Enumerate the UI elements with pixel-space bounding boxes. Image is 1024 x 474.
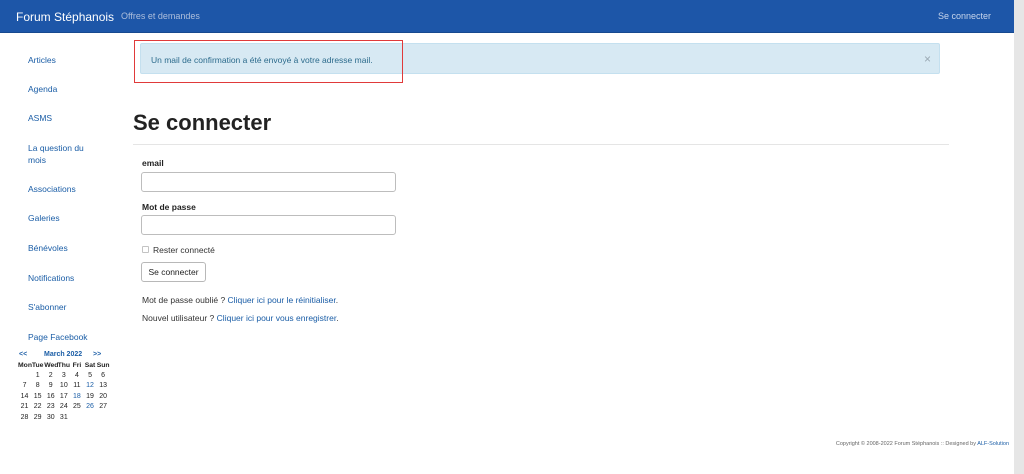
calendar-empty-cell: [18, 371, 31, 381]
reset-password-link[interactable]: Cliquer ici pour le réinitialiser: [228, 295, 336, 305]
calendar-day: 8: [35, 382, 40, 390]
calendar-day: 1: [35, 372, 40, 379]
calendar-weekday: Tue: [31, 362, 44, 369]
sidebar-item-asms[interactable]: ASMS: [28, 112, 110, 124]
footer-text: Copyright © 2008-2022 Forum Stéphanois :…: [835, 441, 976, 447]
calendar-day: 19: [86, 392, 94, 400]
calendar-day: 25: [73, 403, 81, 411]
calendar-day: 28: [20, 413, 29, 421]
sidebar-item-question-du-mois[interactable]: La question du mois: [28, 142, 88, 166]
highlight-box: [134, 40, 403, 83]
sidebar-item-galeries[interactable]: Galeries: [28, 212, 110, 224]
brand-link[interactable]: Forum Stéphanois: [16, 10, 114, 24]
calendar-weekday: Thu: [57, 362, 71, 369]
forgot-prefix: Mot de passe oublié ?: [142, 295, 226, 305]
forgot-password-line: Mot de passe oublié ? Cliquer ici pour l…: [142, 295, 338, 305]
close-icon[interactable]: ×: [924, 52, 931, 66]
title-divider: [133, 144, 949, 145]
sidebar-item-agenda[interactable]: Agenda: [28, 83, 110, 95]
calendar-day: 15: [33, 392, 42, 400]
nav-offres-link[interactable]: Offres et demandes: [121, 11, 200, 21]
nav-login-link[interactable]: Se connecter: [938, 11, 991, 21]
calendar-weekday: Wed: [44, 362, 59, 369]
password-field[interactable]: [141, 215, 396, 235]
sidebar-item-associations[interactable]: Associations: [28, 183, 110, 195]
calendar-header: << March 2022 >>: [18, 351, 110, 361]
remember-checkbox[interactable]: [142, 246, 149, 253]
calendar-empty-cell: [70, 413, 83, 423]
calendar-weekday: Fri: [72, 362, 82, 369]
calendar-day: 17: [59, 392, 68, 400]
calendar-day[interactable]: 26: [83, 402, 96, 412]
calendar-day: 4: [74, 372, 79, 379]
calendar-grid: Mon Tue Wed Thu Fri Sat Sun 1 2 3 4 5 6 7 8 9 10 11 12 13 14…: [18, 361, 110, 423]
calendar-day: 10: [59, 382, 68, 390]
email-label: email: [142, 158, 164, 168]
calendar-day[interactable]: 12: [83, 381, 96, 391]
calendar-weekday: Mon: [18, 362, 32, 369]
sidebar-item-sabonner[interactable]: S'abonner: [28, 301, 110, 313]
calendar-day: 3: [61, 372, 66, 379]
remember-label[interactable]: Rester connecté: [153, 245, 215, 255]
footer-designer-link[interactable]: ALF-Solution: [977, 441, 1009, 447]
calendar-day: 30: [46, 413, 55, 421]
calendar-day: 9: [48, 382, 53, 390]
new-user-prefix: Nouvel utilisateur ?: [142, 313, 215, 323]
calendar-weekday: Sun: [96, 362, 110, 369]
sidebar-item-benevoles[interactable]: Bénévoles: [28, 242, 110, 254]
calendar-day: 2: [48, 372, 53, 379]
new-user-suffix: .: [336, 313, 339, 323]
calendar-day: 27: [99, 403, 107, 411]
calendar-day: 29: [33, 413, 42, 421]
footer: Copyright © 2008-2022 Forum Stéphanois :…: [836, 441, 1009, 447]
calendar-empty-cell: [97, 413, 110, 423]
calendar-day: 20: [99, 392, 107, 400]
calendar-day: 31: [59, 413, 68, 421]
calendar-day: 11: [73, 382, 81, 390]
sidebar-item-articles[interactable]: Articles: [28, 54, 110, 66]
top-navbar: Forum Stéphanois Offres et demandes Se c…: [0, 0, 1014, 33]
calendar-day: 21: [20, 403, 29, 411]
calendar-weekday: Sat: [84, 362, 96, 369]
password-label: Mot de passe: [142, 202, 196, 212]
forgot-suffix: .: [335, 295, 339, 305]
calendar-day: 7: [22, 382, 27, 390]
sidebar-item-notifications[interactable]: Notifications: [28, 272, 110, 284]
calendar-day: 16: [46, 392, 55, 400]
calendar-day: 24: [59, 403, 68, 411]
calendar-day: 6: [101, 372, 106, 379]
email-field[interactable]: [141, 172, 396, 192]
calendar-day: 22: [33, 403, 42, 411]
page-title: Se connecter: [133, 110, 272, 135]
calendar-empty-cell: [83, 413, 96, 423]
calendar-month-title[interactable]: March 2022: [44, 351, 82, 358]
calendar-day[interactable]: 18: [70, 392, 83, 402]
calendar-next-link[interactable]: >>: [93, 351, 101, 358]
calendar-day: 13: [99, 382, 107, 390]
scrollbar-track[interactable]: [1014, 0, 1024, 474]
new-user-line: Nouvel utilisateur ? Cliquer ici pour vo…: [142, 313, 339, 323]
sidebar-item-facebook[interactable]: Page Facebook: [28, 331, 110, 343]
calendar-day: 5: [88, 372, 92, 379]
calendar-day: 14: [20, 392, 29, 400]
login-button[interactable]: Se connecter: [141, 262, 206, 282]
mini-calendar: << March 2022 >> Mon Tue Wed Thu Fri Sat Sun 1 2…: [18, 351, 110, 423]
calendar-prev-link[interactable]: <<: [19, 351, 27, 358]
calendar-day: 23: [46, 403, 55, 411]
register-link[interactable]: Cliquer ici pour vous enregistrer: [217, 313, 337, 323]
